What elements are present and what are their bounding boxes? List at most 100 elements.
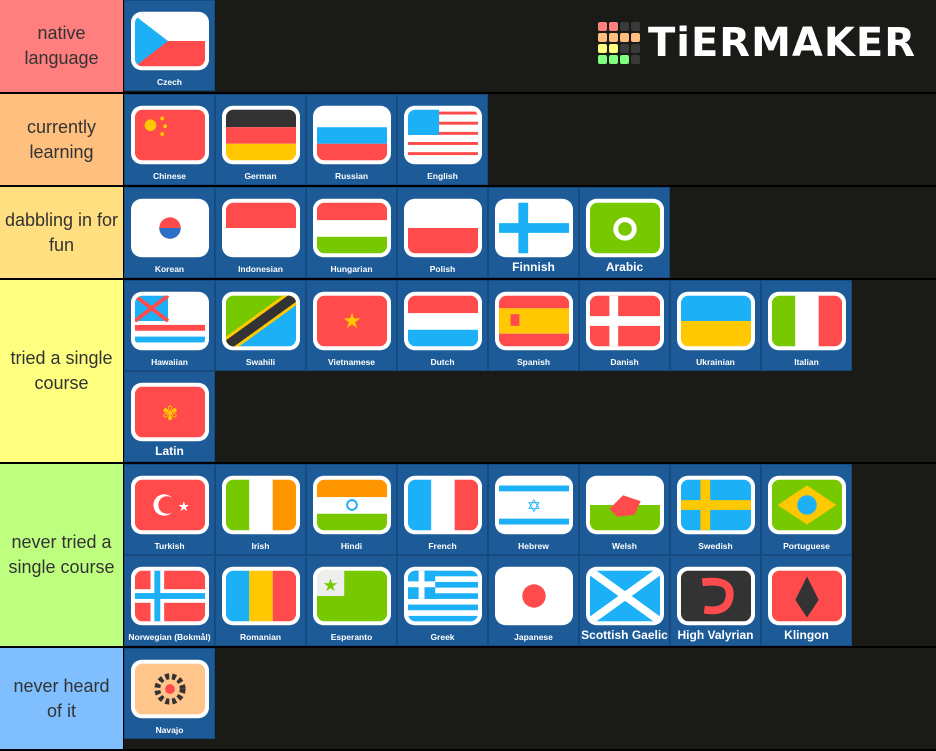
language-tile[interactable]: Hungarian <box>306 187 397 278</box>
language-tile[interactable]: Ukrainian <box>670 280 761 371</box>
tier-label[interactable]: dabbling in for fun <box>0 187 124 278</box>
language-tile[interactable]: Hindi <box>306 464 397 555</box>
arabic-flag-icon <box>586 198 664 258</box>
german-flag-icon <box>222 105 300 165</box>
vietnamese-flag-icon: ★ <box>313 291 391 351</box>
tier-label[interactable]: never heard of it <box>0 648 124 749</box>
greek-flag-icon <box>404 566 482 626</box>
svg-text:★: ★ <box>178 499 190 514</box>
language-name: Hungarian <box>330 264 373 274</box>
tier-row: never tried a single course ★ Turkish Irish… <box>0 464 936 648</box>
language-name: Greek <box>430 632 455 642</box>
tier-items: ★ Turkish Irish Hindi French ✡ Hebrew Welsh Swed… <box>124 464 854 646</box>
romanian-flag-icon <box>222 566 300 626</box>
scottish-flag-icon <box>586 566 664 626</box>
language-name: Klingon <box>784 628 829 642</box>
language-name: Korean <box>154 264 185 274</box>
hindi-flag-icon <box>313 475 391 535</box>
logo-grid-cell <box>630 33 640 42</box>
language-tile[interactable]: Norwegian (Bokmål) <box>124 555 215 646</box>
language-tile[interactable]: French <box>397 464 488 555</box>
language-tile[interactable]: Russian <box>306 94 397 185</box>
language-tile[interactable]: Swahili <box>215 280 306 371</box>
language-tile[interactable]: Greek <box>397 555 488 646</box>
language-name: Dutch <box>430 357 455 367</box>
language-name: Hawaiian <box>151 357 188 367</box>
language-tile[interactable]: ★ Vietnamese <box>306 280 397 371</box>
language-tile[interactable]: Polish <box>397 187 488 278</box>
tier-label[interactable]: tried a single course <box>0 280 124 462</box>
swahili-flag-icon <box>222 291 300 351</box>
language-tile[interactable]: Irish <box>215 464 306 555</box>
tier-row: never heard of it Navajo <box>0 648 936 751</box>
logo-grid-cell <box>597 55 607 64</box>
turkish-flag-icon: ★ <box>131 475 209 535</box>
tier-row: dabbling in for fun Korean Indonesian Hunga… <box>0 187 936 280</box>
language-name: Hebrew <box>518 541 549 551</box>
language-tile[interactable]: Dutch <box>397 280 488 371</box>
language-tile[interactable]: ✾ Latin <box>124 371 215 462</box>
logo-grid-cell <box>608 44 618 53</box>
language-tile[interactable]: Korean <box>124 187 215 278</box>
navajo-flag-icon <box>131 659 209 719</box>
dutch-flag-icon <box>404 291 482 351</box>
svg-text:★: ★ <box>323 575 339 595</box>
language-tile[interactable]: Scottish Gaelic <box>579 555 670 646</box>
language-tile[interactable]: Welsh <box>579 464 670 555</box>
language-tile[interactable]: Spanish <box>488 280 579 371</box>
valyrian-flag-icon <box>677 566 755 626</box>
language-tile[interactable]: Romanian <box>215 555 306 646</box>
klingon-flag-icon <box>768 566 846 626</box>
language-tile[interactable]: Portuguese <box>761 464 852 555</box>
tier-label[interactable]: currently learning <box>0 94 124 185</box>
language-name: Ukrainian <box>696 357 735 367</box>
language-name: Chinese <box>152 171 187 181</box>
logo-grid-cell <box>597 44 607 53</box>
logo-grid-cell <box>630 44 640 53</box>
language-name: Portuguese <box>783 541 830 551</box>
language-name: Japanese <box>514 632 553 642</box>
language-tile[interactable]: High Valyrian <box>670 555 761 646</box>
language-tile[interactable]: Danish <box>579 280 670 371</box>
language-tile[interactable]: Italian <box>761 280 852 371</box>
language-tile[interactable]: Navajo <box>124 648 215 739</box>
tier-label[interactable]: native language <box>0 0 124 92</box>
french-flag-icon <box>404 475 482 535</box>
tier-label[interactable]: never tried a single course <box>0 464 124 646</box>
language-tile[interactable]: Chinese <box>124 94 215 185</box>
portuguese-flag-icon <box>768 475 846 535</box>
language-name: Swahili <box>245 357 276 367</box>
language-tile[interactable]: German <box>215 94 306 185</box>
english-flag-icon <box>404 105 482 165</box>
svg-text:✡: ✡ <box>527 496 542 516</box>
language-name: Welsh <box>612 541 637 551</box>
welsh-flag-icon <box>586 475 664 535</box>
language-tile[interactable]: ✡ Hebrew <box>488 464 579 555</box>
language-tile[interactable]: ★ Esperanto <box>306 555 397 646</box>
language-name: High Valyrian <box>677 628 754 642</box>
tier-list: native language Czech currently learning Ch… <box>0 0 936 751</box>
language-tile[interactable]: Swedish <box>670 464 761 555</box>
language-tile[interactable]: Klingon <box>761 555 852 646</box>
language-tile[interactable]: English <box>397 94 488 185</box>
language-tile[interactable]: Finnish <box>488 187 579 278</box>
logo-grid-cell <box>619 55 629 64</box>
language-name: Norwegian (Bokmål) <box>128 632 211 642</box>
irish-flag-icon <box>222 475 300 535</box>
tier-items: Hawaiian Swahili ★ Vietnamese Dutch Spanish Da… <box>124 280 854 462</box>
language-name: German <box>244 171 277 181</box>
language-tile[interactable]: Hawaiian <box>124 280 215 371</box>
language-tile[interactable]: Czech <box>124 0 215 91</box>
language-name: Spanish <box>516 357 551 367</box>
language-tile[interactable]: Indonesian <box>215 187 306 278</box>
indonesian-flag-icon <box>222 198 300 258</box>
logo-grid-cell <box>619 44 629 53</box>
language-tile[interactable]: Japanese <box>488 555 579 646</box>
logo-grid-cell <box>608 33 618 42</box>
language-name: Vietnamese <box>327 357 376 367</box>
language-tile[interactable]: Arabic <box>579 187 670 278</box>
czech-flag-icon <box>131 11 209 71</box>
language-tile[interactable]: ★ Turkish <box>124 464 215 555</box>
polish-flag-icon <box>404 198 482 258</box>
svg-text:✾: ✾ <box>162 403 178 425</box>
